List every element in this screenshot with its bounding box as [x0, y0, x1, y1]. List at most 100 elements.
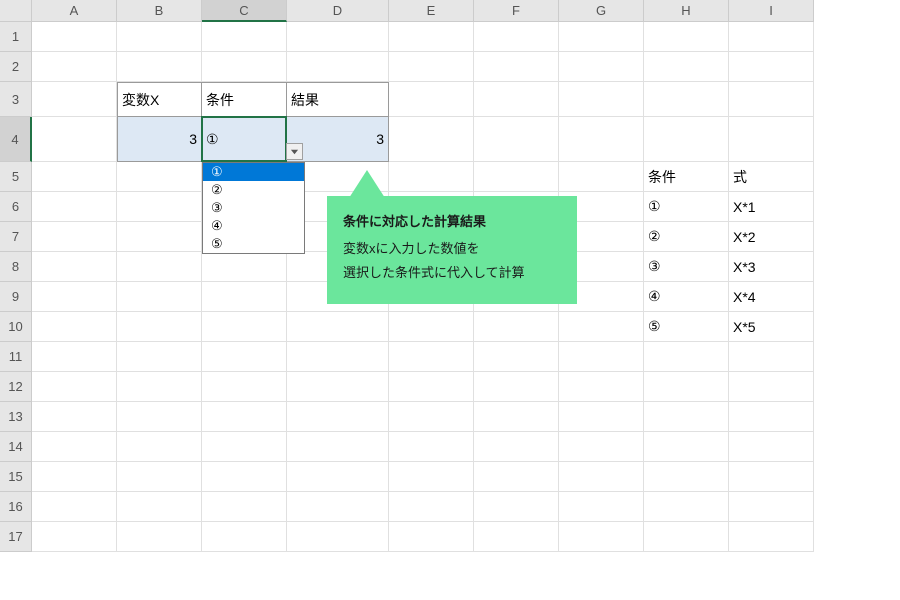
col-header-B[interactable]: B — [117, 0, 202, 22]
cell-A3[interactable] — [32, 82, 117, 117]
dropdown-option-1[interactable]: ① — [203, 163, 304, 181]
cell-D16[interactable] — [287, 492, 389, 522]
cell-I11[interactable] — [729, 342, 814, 372]
dropdown-option-4[interactable]: ④ — [203, 217, 304, 235]
row-header-2[interactable]: 2 — [0, 52, 32, 82]
cell-I16[interactable] — [729, 492, 814, 522]
col-header-E[interactable]: E — [389, 0, 474, 22]
cell-A9[interactable] — [32, 282, 117, 312]
cell-H14[interactable] — [644, 432, 729, 462]
cell-F1[interactable] — [474, 22, 559, 52]
cell-H4[interactable] — [644, 117, 729, 162]
cell-B15[interactable] — [117, 462, 202, 492]
cell-F17[interactable] — [474, 522, 559, 552]
cell-H8[interactable]: ③ — [644, 252, 729, 282]
cell-C2[interactable] — [202, 52, 287, 82]
cell-F5[interactable] — [474, 162, 559, 192]
cell-I9[interactable]: X*4 — [729, 282, 814, 312]
cell-F4[interactable] — [474, 117, 559, 162]
cell-F2[interactable] — [474, 52, 559, 82]
cell-E11[interactable] — [389, 342, 474, 372]
row-header-3[interactable]: 3 — [0, 82, 32, 117]
cell-B5[interactable] — [117, 162, 202, 192]
cell-F11[interactable] — [474, 342, 559, 372]
row-header-13[interactable]: 13 — [0, 402, 32, 432]
cell-B4[interactable]: 3 — [117, 117, 202, 162]
row-header-6[interactable]: 6 — [0, 192, 32, 222]
cell-A12[interactable] — [32, 372, 117, 402]
cell-C11[interactable] — [202, 342, 287, 372]
cell-A2[interactable] — [32, 52, 117, 82]
cell-I7[interactable]: X*2 — [729, 222, 814, 252]
cell-I10[interactable]: X*5 — [729, 312, 814, 342]
cell-E15[interactable] — [389, 462, 474, 492]
cell-D10[interactable] — [287, 312, 389, 342]
row-header-11[interactable]: 11 — [0, 342, 32, 372]
cell-A15[interactable] — [32, 462, 117, 492]
cell-H10[interactable]: ⑤ — [644, 312, 729, 342]
cell-F12[interactable] — [474, 372, 559, 402]
col-header-H[interactable]: H — [644, 0, 729, 22]
cell-H11[interactable] — [644, 342, 729, 372]
cell-D14[interactable] — [287, 432, 389, 462]
dropdown-option-5[interactable]: ⑤ — [203, 235, 304, 253]
cell-I5[interactable]: 式 — [729, 162, 814, 192]
col-header-C[interactable]: C — [202, 0, 287, 22]
cell-C13[interactable] — [202, 402, 287, 432]
cell-F16[interactable] — [474, 492, 559, 522]
row-header-16[interactable]: 16 — [0, 492, 32, 522]
cell-I2[interactable] — [729, 52, 814, 82]
cell-B14[interactable] — [117, 432, 202, 462]
cell-H3[interactable] — [644, 82, 729, 117]
cell-A4[interactable] — [32, 117, 117, 162]
cell-I15[interactable] — [729, 462, 814, 492]
cell-I3[interactable] — [729, 82, 814, 117]
cell-D2[interactable] — [287, 52, 389, 82]
cell-C12[interactable] — [202, 372, 287, 402]
cell-H5[interactable]: 条件 — [644, 162, 729, 192]
cell-C1[interactable] — [202, 22, 287, 52]
cell-G11[interactable] — [559, 342, 644, 372]
col-header-G[interactable]: G — [559, 0, 644, 22]
dropdown-list[interactable]: ①②③④⑤ — [202, 162, 305, 254]
cell-C9[interactable] — [202, 282, 287, 312]
cell-C16[interactable] — [202, 492, 287, 522]
cell-C14[interactable] — [202, 432, 287, 462]
row-header-14[interactable]: 14 — [0, 432, 32, 462]
cell-B11[interactable] — [117, 342, 202, 372]
cell-E13[interactable] — [389, 402, 474, 432]
cell-H12[interactable] — [644, 372, 729, 402]
cell-B6[interactable] — [117, 192, 202, 222]
dropdown-button[interactable] — [286, 143, 303, 160]
cell-B3[interactable]: 変数X — [117, 82, 202, 117]
cell-C15[interactable] — [202, 462, 287, 492]
cell-E3[interactable] — [389, 82, 474, 117]
cell-I13[interactable] — [729, 402, 814, 432]
cell-C3[interactable]: 条件 — [202, 82, 287, 117]
cell-D17[interactable] — [287, 522, 389, 552]
cell-F10[interactable] — [474, 312, 559, 342]
cell-B9[interactable] — [117, 282, 202, 312]
row-header-4[interactable]: 4 — [0, 117, 32, 162]
col-header-D[interactable]: D — [287, 0, 389, 22]
spreadsheet-grid[interactable]: ABCDEFGHI1234567891011121314151617変数X条件結… — [0, 0, 900, 600]
cell-D11[interactable] — [287, 342, 389, 372]
cell-A10[interactable] — [32, 312, 117, 342]
row-header-8[interactable]: 8 — [0, 252, 32, 282]
cell-A1[interactable] — [32, 22, 117, 52]
row-header-9[interactable]: 9 — [0, 282, 32, 312]
cell-G10[interactable] — [559, 312, 644, 342]
row-header-7[interactable]: 7 — [0, 222, 32, 252]
cell-B16[interactable] — [117, 492, 202, 522]
cell-E4[interactable] — [389, 117, 474, 162]
cell-F3[interactable] — [474, 82, 559, 117]
cell-I8[interactable]: X*3 — [729, 252, 814, 282]
cell-I6[interactable]: X*1 — [729, 192, 814, 222]
cell-I4[interactable] — [729, 117, 814, 162]
cell-B1[interactable] — [117, 22, 202, 52]
cell-G5[interactable] — [559, 162, 644, 192]
cell-D3[interactable]: 結果 — [287, 82, 389, 117]
cell-H6[interactable]: ① — [644, 192, 729, 222]
cell-I17[interactable] — [729, 522, 814, 552]
cell-B17[interactable] — [117, 522, 202, 552]
